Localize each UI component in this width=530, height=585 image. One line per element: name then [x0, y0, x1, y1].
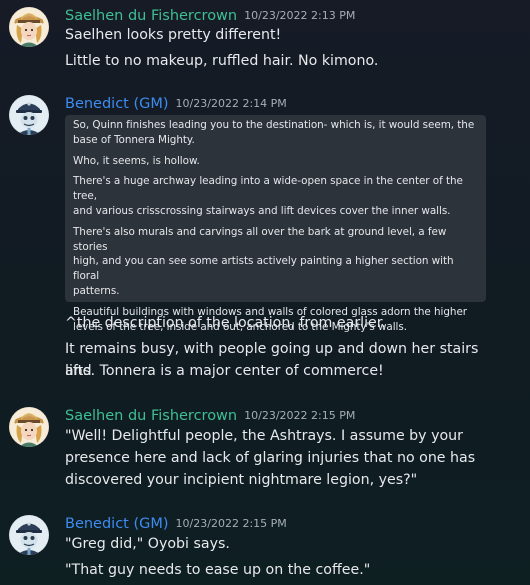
author-name[interactable]: Benedict (GM): [65, 516, 169, 532]
author-name[interactable]: Benedict (GM): [65, 96, 169, 112]
benedict-avatar-icon[interactable]: [9, 515, 49, 555]
quote-line: So, Quinn finishes leading you to the de…: [73, 119, 475, 131]
message-header: Saelhen du Fishercrown 10/23/2022 2:15 PM: [65, 405, 355, 425]
timestamp: 10/23/2022 2:15 PM: [175, 517, 287, 530]
quote-line: high, and you can see some artists activ…: [73, 255, 454, 283]
quote-line: There's also murals and carvings all ove…: [73, 225, 447, 253]
timestamp: 10/23/2022 2:13 PM: [244, 9, 356, 22]
message-line: discovered your incipient nightmare legi…: [65, 472, 418, 488]
location-description-block: So, Quinn finishes leading you to the de…: [65, 115, 486, 333]
message-header: Benedict (GM) 10/23/2022 2:15 PM: [65, 513, 287, 533]
message-header: Benedict (GM) 10/23/2022 2:14 PM: [65, 93, 287, 113]
message-feed: Saelhen du Fishercrown 10/23/2022 2:13 PM…: [0, 0, 530, 585]
timestamp: 10/23/2022 2:15 PM: [244, 409, 356, 422]
message-line: presence here and lack of glaring injuri…: [65, 450, 476, 466]
saelhen-avatar-icon[interactable]: [9, 407, 49, 447]
message-line: Little to no makeup, ruffled hair. No ki…: [65, 53, 379, 69]
author-name[interactable]: Saelhen du Fishercrown: [65, 8, 237, 24]
message-line: lifts. Tonnera is a major center of comm…: [65, 363, 384, 379]
timestamp: 10/23/2022 2:14 PM: [175, 97, 287, 110]
message-line: ^the description of the location, from e…: [65, 315, 386, 331]
saelhen-avatar-icon[interactable]: [9, 7, 49, 47]
message-header: Saelhen du Fishercrown 10/23/2022 2:13 PM: [65, 5, 355, 25]
author-name[interactable]: Saelhen du Fishercrown: [65, 408, 237, 424]
quote-line: base of Tonnera Mighty.: [73, 133, 195, 146]
benedict-avatar-icon[interactable]: [9, 95, 49, 135]
quote-line: Who, it seems, is hollow.: [73, 154, 200, 167]
message-line: "That guy needs to ease up on the coffee…: [65, 562, 371, 578]
quote-line: There's a huge archway leading into a wi…: [73, 175, 463, 203]
quote-line: patterns.: [73, 284, 120, 297]
quote-line: and various crisscrossing stairways and …: [73, 204, 451, 217]
message-line: Saelhen looks pretty different!: [65, 27, 282, 43]
message-line: "Greg did," Oyobi says.: [65, 536, 230, 552]
message-line: "Well! Delightful people, the Ashtrays. …: [65, 428, 463, 444]
